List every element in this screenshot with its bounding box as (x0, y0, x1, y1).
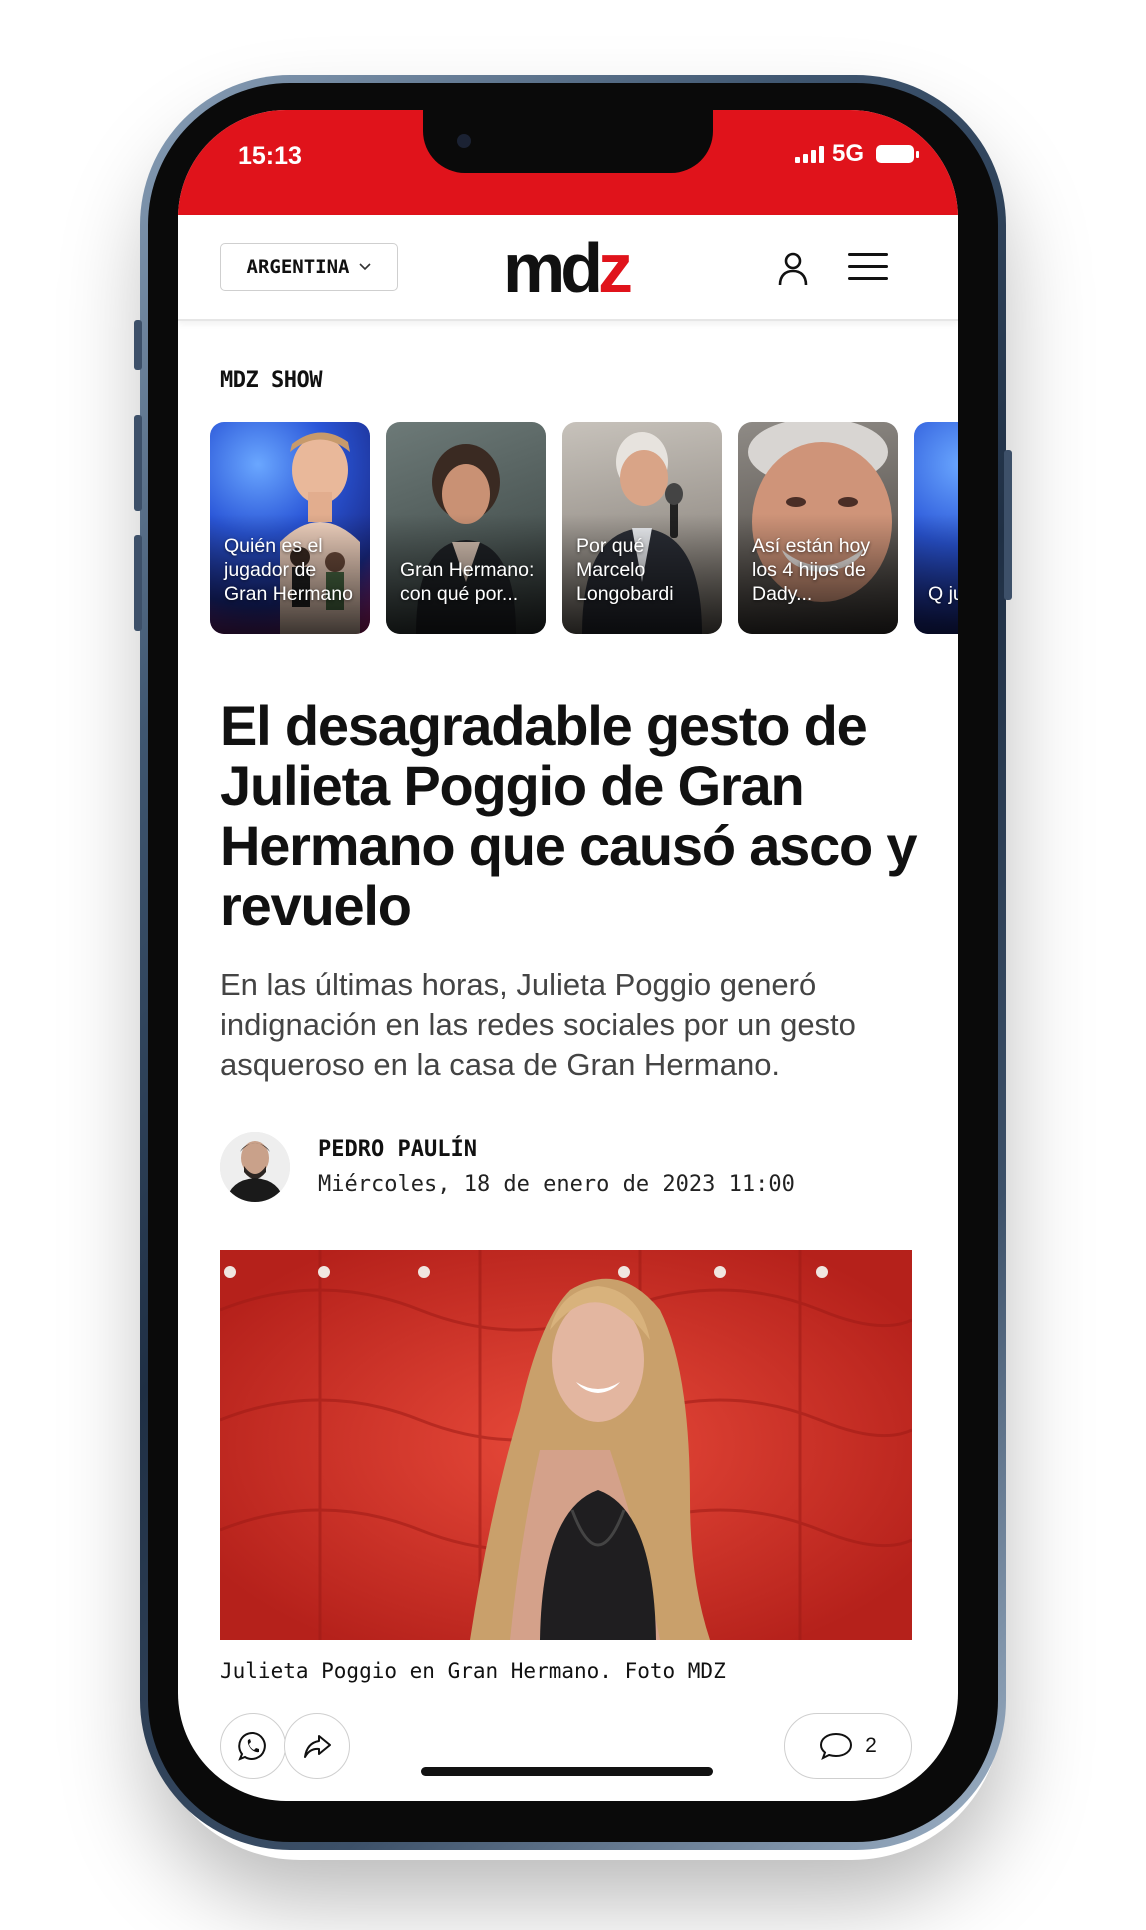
country-selector[interactable]: ARGENTINA (220, 243, 398, 291)
phone-screen: 15:13 5G ARGENTINA mdz MDZ SHOW Quién es… (178, 110, 958, 1801)
notch (423, 110, 713, 173)
hamburger-menu-icon[interactable] (848, 253, 888, 283)
author-details: PEDRO PAULÍN Miércoles, 18 de enero de 2… (318, 1137, 795, 1197)
story-card[interactable]: Así están hoy los 4 hijos de Dady... (738, 422, 898, 634)
logo-accent: z (598, 229, 633, 307)
article-headline: El desagradable gesto de Julieta Poggio … (220, 694, 918, 937)
silent-switch (134, 320, 142, 370)
volume-up-button (134, 415, 142, 511)
country-label: ARGENTINA (246, 256, 350, 278)
power-button (1004, 450, 1012, 600)
whatsapp-share-button[interactable] (220, 1713, 286, 1779)
story-label: Q ju G H (928, 583, 958, 605)
comments-button[interactable]: 2 (784, 1713, 912, 1779)
network-type: 5G (831, 140, 864, 167)
image-caption: Julieta Poggio en Gran Hermano. Foto MDZ (220, 1659, 726, 1683)
author-byline: PEDRO PAULÍN Miércoles, 18 de enero de 2… (220, 1132, 795, 1202)
story-label: Gran Hermano: con qué por... (400, 559, 535, 605)
site-header: ARGENTINA mdz (178, 215, 958, 321)
status-bar: 15:13 5G (178, 110, 958, 215)
user-icon[interactable] (776, 251, 810, 287)
comment-icon (820, 1732, 853, 1761)
chevron-down-icon (359, 263, 372, 271)
publish-date: Miércoles, 18 de enero de 2023 11:00 (318, 1172, 795, 1197)
comment-count: 2 (865, 1734, 877, 1757)
status-indicators: 5G (794, 140, 919, 168)
front-camera (457, 134, 471, 148)
author-avatar[interactable] (220, 1132, 290, 1202)
stories-carousel[interactable]: Quién es el jugador de Gran Hermano Gran… (210, 422, 958, 634)
story-label: Quién es el jugador de Gran Hermano (224, 535, 353, 605)
logo-main: md (503, 229, 603, 307)
status-time: 15:13 (238, 142, 302, 170)
hero-photo (220, 1250, 912, 1640)
share-icon (304, 1735, 331, 1758)
story-card[interactable]: Gran Hermano: con qué por... (386, 422, 546, 634)
signal-icon (794, 145, 824, 163)
section-title: MDZ SHOW (220, 368, 322, 393)
story-card[interactable]: Q ju G H (914, 422, 958, 634)
volume-down-button (134, 535, 142, 631)
story-label: Por qué Marcelo Longobardi (576, 535, 674, 605)
story-card[interactable]: Por qué Marcelo Longobardi (562, 422, 722, 634)
article-lead: En las últimas horas, Julieta Poggio gen… (220, 967, 856, 1082)
home-indicator[interactable] (421, 1767, 713, 1776)
whatsapp-icon (238, 1731, 266, 1761)
mdz-logo[interactable]: mdz (503, 233, 633, 303)
battery-icon (876, 145, 919, 163)
story-label: Así están hoy los 4 hijos de Dady... (752, 535, 871, 605)
hero-image[interactable] (220, 1250, 912, 1640)
story-card[interactable]: Quién es el jugador de Gran Hermano (210, 422, 370, 634)
share-button[interactable] (284, 1713, 350, 1779)
story-scrim (914, 514, 958, 634)
author-name[interactable]: PEDRO PAULÍN (318, 1137, 795, 1162)
